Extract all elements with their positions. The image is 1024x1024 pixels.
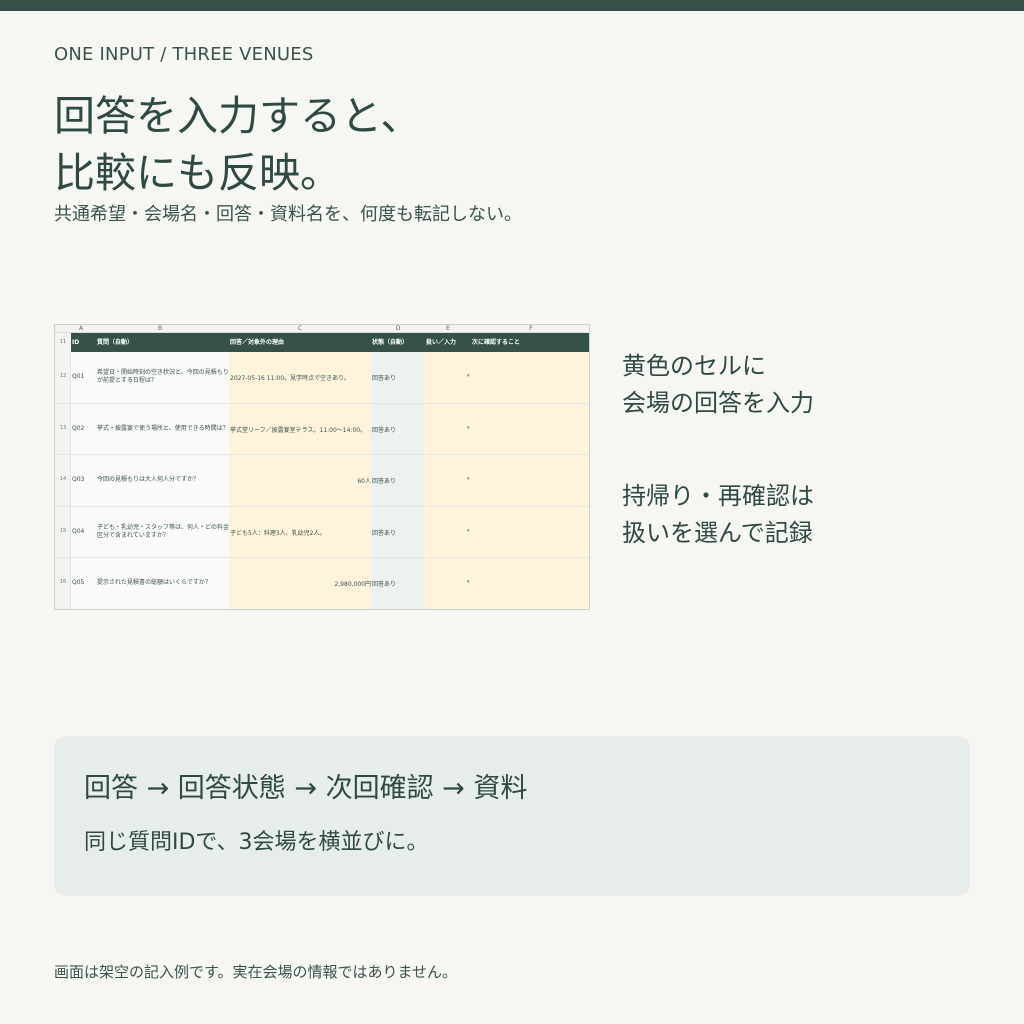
note-line: 黄色のセルに	[622, 352, 766, 380]
question-id: Q05	[72, 579, 85, 587]
top-accent-bar	[0, 0, 1024, 11]
footnote: 画面は架空の記入例です。実在会場の情報ではありません。	[54, 963, 458, 981]
answer-cell[interactable]: 子ども5人：料理3人、乳幼児2人。	[230, 528, 325, 537]
status-cell: 回答あり	[372, 529, 397, 537]
question-text: 今回の見積もりは大人何人分ですか？	[97, 476, 200, 484]
status-cell: 回答あり	[372, 375, 397, 382]
column-letter: D	[395, 325, 401, 332]
handling-note: 持帰り・再確認は 扱いを選んで記録	[622, 478, 814, 552]
chevron-down-icon[interactable]: ▾	[467, 476, 470, 482]
chevron-down-icon[interactable]: ▾	[467, 425, 470, 431]
row-number: 11	[55, 333, 71, 352]
column-letter: A	[78, 325, 84, 332]
table-row: 12 Q01 希望日・開始時刻の空き状況と、今回の見積もりが前提とする日程は？ …	[55, 352, 589, 404]
table-row: 15 Q04 子ども・乳幼児・スタッフ等は、何人・どの料金区分で含まれていますか…	[55, 507, 589, 559]
table-row: 14 Q03 今回の見積もりは大人何人分ですか？ 60人 回答あり ▾	[55, 455, 589, 507]
column-letter: E	[446, 325, 450, 332]
header-cell-question: 質問（自動）	[97, 339, 134, 346]
chevron-down-icon[interactable]: ▾	[467, 528, 470, 534]
header-cell-id: ID	[72, 339, 80, 346]
column-letter: C	[297, 325, 303, 332]
header-cell-answer: 回答／対象外の理由	[230, 339, 285, 346]
flow-subtitle: 同じ質問IDで、3会場を横並びに。	[84, 830, 429, 855]
note-line: 扱いを選んで記録	[622, 519, 813, 547]
chevron-down-icon[interactable]: ▾	[467, 373, 470, 379]
column-letter-row: A B C D E F	[55, 325, 589, 333]
header-cell-handling: 扱い／入力	[426, 339, 457, 346]
table-row: 16 Q05 提示された見積書の総額はいくらですか？ 2,980,000円 回答…	[55, 558, 589, 609]
yellow-cell-note: 黄色のセルに 会場の回答を入力	[622, 348, 814, 422]
page-headline: 回答を入力すると、 比較にも反映。	[54, 88, 421, 202]
row-number: 15	[59, 527, 67, 534]
question-text: 提示された見積書の総額はいくらですか？	[97, 579, 211, 587]
note-line: 会場の回答を入力	[622, 389, 814, 417]
question-id: Q01	[72, 373, 85, 380]
status-cell: 回答あり	[372, 581, 397, 589]
answer-cell[interactable]: 挙式堂リーフ／披露宴室テラス。11:00〜14:00。	[230, 425, 366, 434]
question-id: Q02	[72, 424, 85, 432]
answer-cell[interactable]: 2,980,000円	[334, 579, 371, 588]
question-text: 挙式・披露宴で使う場所と、使用できる時間は？	[97, 424, 229, 432]
question-id: Q03	[72, 476, 85, 484]
flow-card: 回答 → 回答状態 → 次回確認 → 資料 同じ質問IDで、3会場を横並びに。	[54, 736, 970, 896]
row-number: 13	[59, 424, 67, 431]
answer-cell[interactable]: 2027-05-16 11:00。見学時点で空きあり。	[230, 373, 350, 382]
header-cell-status: 状態（自動）	[372, 339, 409, 346]
status-cell: 回答あり	[372, 426, 397, 434]
spreadsheet-preview: A B C D E F 11 ID 質問（自動） 回答／対象外の理由 状態（自動…	[54, 324, 590, 610]
chevron-down-icon[interactable]: ▾	[467, 579, 470, 585]
question-text: 子ども・乳幼児・スタッフ等は、何人・どの料金区分で含まれていますか？	[97, 523, 230, 539]
question-id: Q04	[72, 527, 85, 535]
row-number: 12	[59, 373, 67, 379]
headline-line-1: 回答を入力すると、	[54, 92, 422, 140]
row-number: 16	[59, 579, 67, 586]
column-letter: B	[157, 325, 163, 332]
note-line: 持帰り・再確認は	[622, 482, 814, 510]
table-row: 13 Q02 挙式・披露宴で使う場所と、使用できる時間は？ 挙式堂リーフ／披露宴…	[55, 404, 589, 456]
page-subline: 共通希望・会場名・回答・資料名を、何度も転記しない。	[54, 204, 522, 225]
header-row: 11 ID 質問（自動） 回答／対象外の理由 状態（自動） 扱い／入力 次に確認…	[55, 333, 589, 352]
header-cell-next-check: 次に確認すること	[472, 339, 521, 346]
flow-title: 回答 → 回答状態 → 次回確認 → 資料	[84, 773, 528, 804]
answer-cell[interactable]: 60人	[357, 476, 371, 485]
row-number: 14	[59, 476, 67, 483]
question-text: 希望日・開始時刻の空き状況と、今回の見積もりが前提とする日程は？	[97, 369, 229, 384]
status-cell: 回答あり	[372, 478, 397, 486]
headline-line-2: 比較にも反映。	[54, 149, 341, 197]
eyebrow-label: ONE INPUT / THREE VENUES	[54, 44, 314, 65]
column-letter: F	[529, 325, 533, 332]
